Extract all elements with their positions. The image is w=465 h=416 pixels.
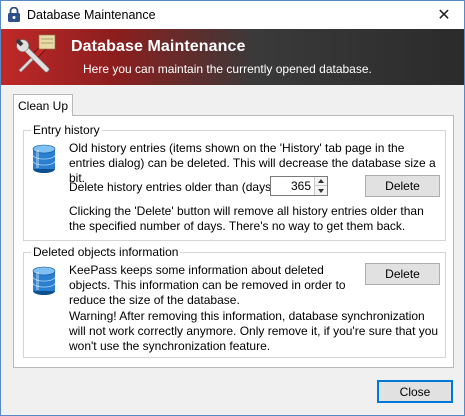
close-button[interactable]: Close — [377, 380, 453, 403]
entry-history-title: Entry history — [31, 123, 102, 137]
banner-title: Database Maintenance — [71, 38, 246, 55]
window-title: Database Maintenance — [27, 8, 156, 22]
stepper-up-icon[interactable] — [315, 177, 327, 186]
days-value[interactable]: 365 — [291, 179, 311, 193]
banner-subtitle: Here you can maintain the currently open… — [83, 62, 372, 76]
window-close-icon[interactable]: ✕ — [434, 5, 454, 25]
delete-history-button[interactable]: Delete — [365, 175, 440, 197]
stepper-buttons — [314, 177, 327, 195]
deleted-objects-group: Deleted objects information KeePass keep… — [23, 245, 446, 358]
entry-history-group: Entry history Old history entries (items… — [23, 123, 446, 241]
days-label: Delete history entries older than (days)… — [69, 180, 279, 194]
sync-warning: Warning! After removing this information… — [69, 309, 439, 353]
clean-up-panel: Entry history Old history entries (items… — [13, 115, 454, 368]
stepper-down-icon[interactable] — [315, 186, 327, 195]
database-icon — [32, 266, 56, 295]
tab-clean-up[interactable]: Clean Up — [13, 94, 73, 116]
keepass-lock-icon — [8, 7, 20, 22]
database-maintenance-window: Database Maintenance ✕ Database Maintena… — [0, 0, 465, 416]
days-stepper[interactable]: 365 — [270, 176, 328, 196]
deleted-objects-description: KeePass keeps some information about del… — [69, 263, 346, 307]
header-banner: Database Maintenance Here you can mainta… — [1, 29, 464, 85]
database-icon — [32, 144, 56, 173]
deleted-objects-title: Deleted objects information — [31, 245, 181, 259]
delete-objects-button[interactable]: Delete — [365, 263, 440, 285]
tools-icon — [15, 34, 56, 73]
entry-history-note: Clicking the 'Delete' button will remove… — [69, 204, 424, 233]
title-bar[interactable]: Database Maintenance ✕ — [1, 1, 464, 29]
